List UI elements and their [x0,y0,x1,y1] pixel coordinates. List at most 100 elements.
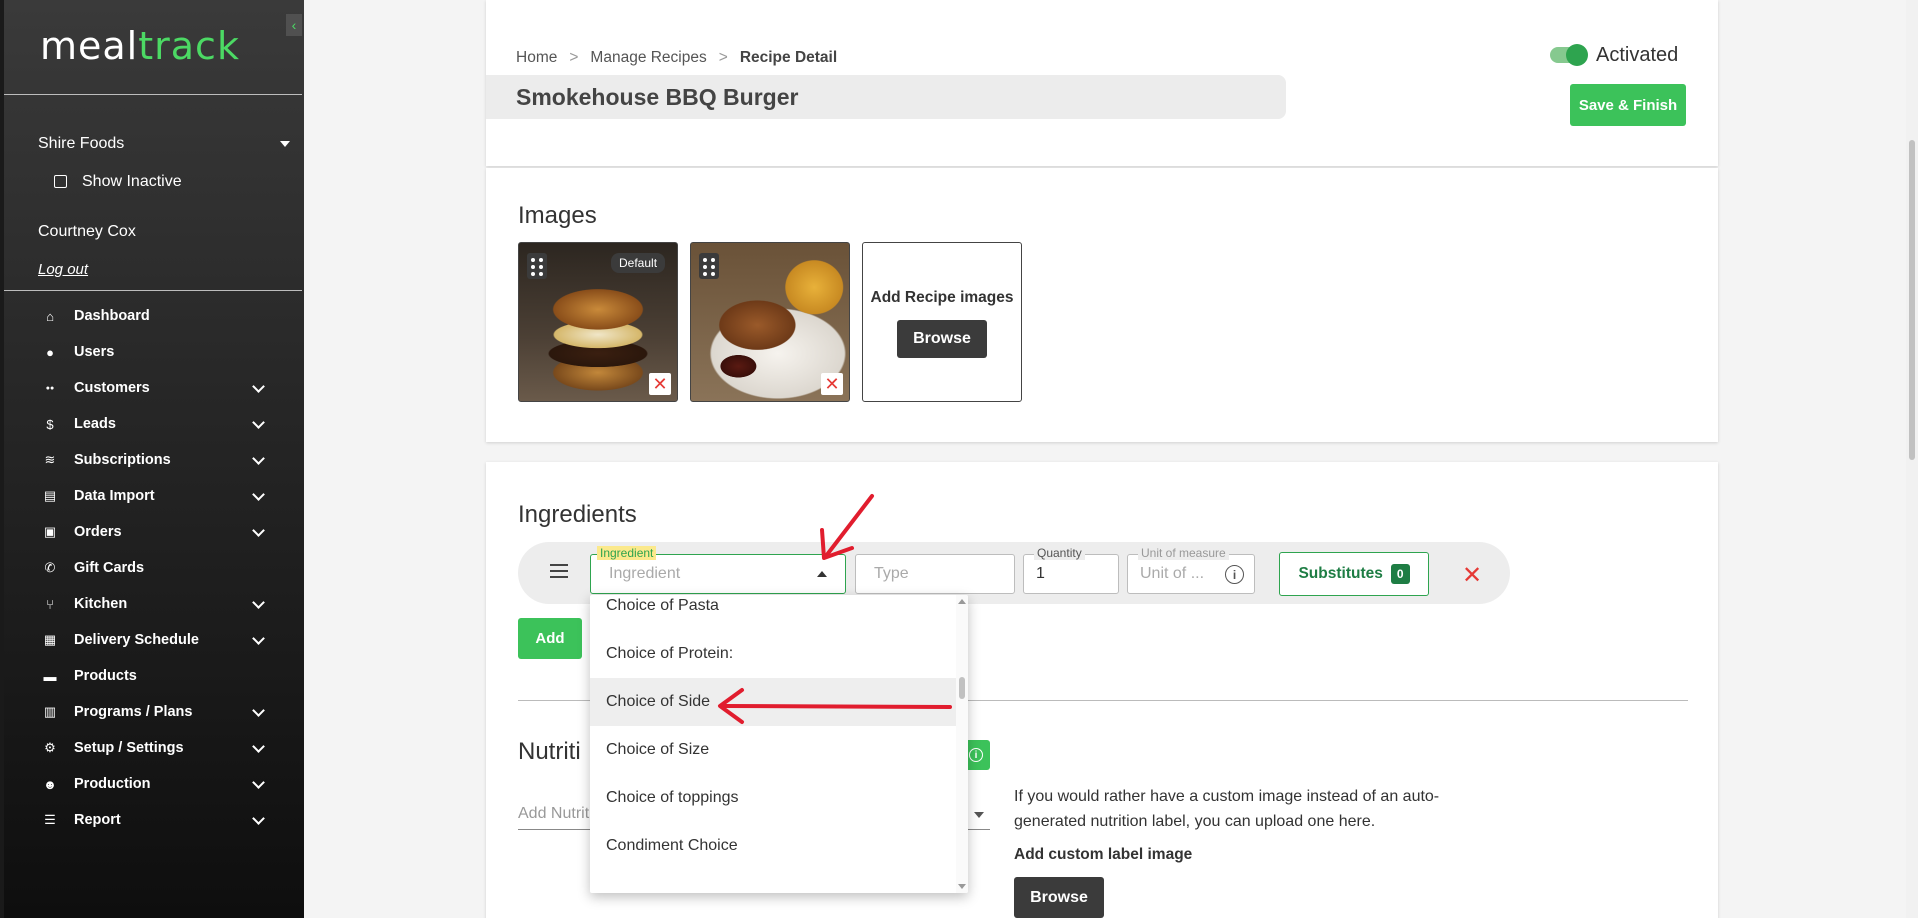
quantity-float-label: Quantity [1034,546,1085,560]
chevron-left-icon: ‹ [291,17,297,33]
sidebar-item-data-import[interactable]: ▤ Data Import [0,478,304,514]
activated-toggle[interactable] [1550,44,1588,66]
sidebar-item-products[interactable]: ▬ Products [0,658,304,694]
dropdown-scrollbar[interactable] [956,595,968,893]
page-scroll-thumb[interactable] [1909,140,1915,460]
remove-image-icon[interactable]: ✕ [649,373,671,395]
breadcrumb: Home > Manage Recipes > Recipe Detail [516,49,837,67]
sidebar-item-programs-plans[interactable]: ▥ Programs / Plans [0,694,304,730]
ingredient-input[interactable] [591,555,845,593]
substitutes-label: Substitutes [1298,565,1383,582]
browse-label-button[interactable]: Browse [1014,877,1104,918]
logo-meal: meal [40,24,139,68]
remove-image-icon[interactable]: ✕ [821,373,843,395]
sidebar-item-delivery-schedule[interactable]: ▦ Delivery Schedule [0,622,304,658]
sidebar-item-subscriptions[interactable]: ≋ Subscriptions [0,442,304,478]
sidebar-item-label: Products [74,668,137,684]
sidebar-item-label: Gift Cards [74,560,145,576]
dropdown-option[interactable]: Choice of Side [590,678,956,726]
logo-track: track [138,24,240,68]
sidebar-item-setup-settings[interactable]: ⚙ Setup / Settings [0,730,304,766]
dropdown-option[interactable]: Choice of Size [590,726,956,774]
recipe-image-1[interactable]: Default ✕ [518,242,678,402]
logo: mealtrack [40,24,240,68]
account-selector[interactable]: Shire Foods [38,135,124,153]
sidebar-item-orders[interactable]: ▣ Orders [0,514,304,550]
sidebar-item-label: Orders [74,524,122,540]
type-field[interactable] [855,554,1015,594]
drag-handle-icon[interactable] [527,253,547,279]
default-badge: Default [611,253,666,273]
uom-field[interactable]: Unit of measure i [1127,546,1255,594]
scroll-down-icon[interactable] [958,884,966,889]
sidebar-item-gift-cards[interactable]: ✆ Gift Cards [0,550,304,586]
toggle-knob [1566,44,1588,66]
chevron-down-icon[interactable] [252,380,265,393]
logout-link[interactable]: Log out [38,261,88,278]
breadcrumb-home[interactable]: Home [516,49,557,67]
caret-down-icon[interactable] [974,812,984,818]
chevron-down-icon[interactable] [252,524,265,537]
sidebar-divider [4,290,302,291]
scroll-thumb[interactable] [959,677,965,699]
show-inactive-checkbox[interactable] [54,175,67,188]
breadcrumb-separator: > [718,49,728,66]
chevron-down-icon[interactable] [252,488,265,501]
dropdown-option[interactable]: Choice of toppings [590,774,956,822]
sidebar-item-label: Data Import [74,488,155,504]
user-icon: ● [46,344,54,360]
chevron-down-icon[interactable] [252,704,265,717]
utensils-icon: ⑂ [46,596,54,612]
sidebar-item-label: Customers [74,380,150,396]
collapse-sidebar-button[interactable]: ‹ [286,14,302,36]
dropdown-option[interactable]: Choice of Pasta [590,595,956,630]
dropdown-option[interactable]: Condiment Choice [590,822,956,870]
sidebar-item-report[interactable]: ☰ Report [0,802,304,838]
substitutes-count-badge: 0 [1390,564,1410,584]
images-title: Images [518,202,597,229]
chevron-down-icon[interactable] [252,776,265,789]
chevron-down-icon[interactable] [252,416,265,429]
file-icon: ▤ [43,488,57,503]
sidebar-item-customers[interactable]: ●● Customers [0,370,304,406]
info-icon: i [969,748,983,762]
chevron-down-icon[interactable] [252,452,265,465]
ingredient-field[interactable]: Ingredient [590,546,846,594]
quantity-input[interactable] [1024,555,1118,593]
reorder-icon[interactable] [550,564,568,582]
save-finish-button[interactable]: Save & Finish [1570,84,1686,126]
sidebar-item-label: Programs / Plans [74,704,193,720]
sidebar-item-dashboard[interactable]: ⌂ Dashboard [0,298,304,334]
scroll-up-icon[interactable] [958,599,966,604]
quantity-field[interactable]: Quantity [1023,546,1119,594]
sidebar-item-label: Setup / Settings [74,740,184,756]
home-icon: ⌂ [46,308,54,324]
breadcrumb-manage-recipes[interactable]: Manage Recipes [590,49,706,67]
show-inactive-label[interactable]: Show Inactive [82,173,182,191]
caret-down-icon[interactable] [280,141,290,147]
remove-ingredient-icon[interactable]: ✕ [1462,561,1482,590]
sidebar-item-production[interactable]: ☻ Production [0,766,304,802]
dropdown-option[interactable]: Choice of Protein: [590,630,956,678]
ingredient-float-label: Ingredient [597,546,657,560]
recipe-image-2[interactable]: ✕ [690,242,850,402]
sidebar-item-kitchen[interactable]: ⑂ Kitchen [0,586,304,622]
sidebar-item-label: Leads [74,416,116,432]
page-title[interactable]: Smokehouse BBQ Burger [516,84,798,111]
chevron-down-icon[interactable] [252,632,265,645]
sidebar-item-label: Subscriptions [74,452,171,468]
info-icon[interactable]: i [1225,565,1244,584]
browse-images-button[interactable]: Browse [897,320,987,358]
list-check-icon: ☰ [44,812,56,827]
substitutes-button[interactable]: Substitutes 0 [1279,552,1429,596]
sidebar-item-users[interactable]: ● Users [0,334,304,370]
add-ingredient-button[interactable]: Add [518,618,582,659]
caret-up-icon[interactable] [817,571,827,577]
chevron-down-icon[interactable] [252,812,265,825]
page-scrollbar[interactable] [1906,0,1918,918]
sidebar-item-leads[interactable]: $ Leads [0,406,304,442]
chevron-down-icon[interactable] [252,596,265,609]
drag-handle-icon[interactable] [699,253,719,279]
type-input[interactable] [856,555,1014,593]
chevron-down-icon[interactable] [252,740,265,753]
